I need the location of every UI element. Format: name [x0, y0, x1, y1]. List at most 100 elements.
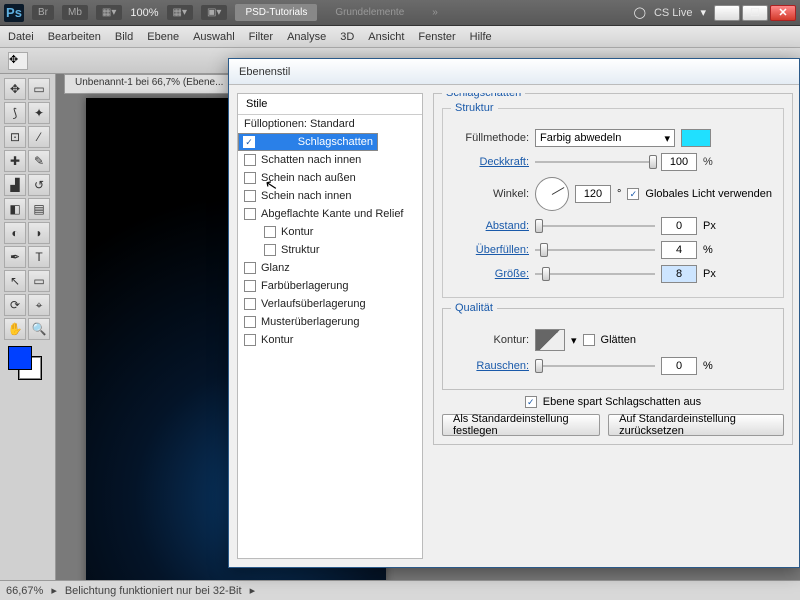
style-item-0[interactable]: ✓Schlagschatten: [238, 133, 378, 151]
3d-cam-tool[interactable]: ⌖: [28, 294, 50, 316]
cslive-dropdown-icon[interactable]: ▾: [700, 6, 706, 19]
knockout-checkbox[interactable]: ✓: [525, 396, 537, 408]
bridge-chip[interactable]: Br: [32, 5, 54, 20]
style-checkbox[interactable]: [244, 172, 256, 184]
style-checkbox[interactable]: [244, 154, 256, 166]
size-input[interactable]: [661, 265, 697, 283]
close-button[interactable]: ✕: [770, 5, 796, 21]
style-item-7[interactable]: Glanz: [238, 259, 422, 277]
shape-tool[interactable]: ▭: [28, 270, 50, 292]
workspace-more[interactable]: »: [422, 4, 448, 21]
style-item-3[interactable]: Schein nach innen: [238, 187, 422, 205]
hand-tool[interactable]: ✋: [4, 318, 26, 340]
menu-ansicht[interactable]: Ansicht: [368, 31, 404, 43]
cslive-label[interactable]: CS Live: [654, 7, 693, 19]
style-item-6[interactable]: Struktur: [238, 241, 422, 259]
lasso-tool[interactable]: ⟆: [4, 102, 26, 124]
wand-tool[interactable]: ✦: [28, 102, 50, 124]
style-checkbox[interactable]: [264, 244, 276, 256]
angle-dial[interactable]: [535, 177, 569, 211]
type-tool[interactable]: T: [28, 246, 50, 268]
noise-slider[interactable]: [535, 358, 655, 374]
spread-input[interactable]: [661, 241, 697, 259]
blur-tool[interactable]: ◐: [4, 222, 26, 244]
opacity-input[interactable]: [661, 153, 697, 171]
crop-tool[interactable]: ⊡: [4, 126, 26, 148]
noise-input[interactable]: [661, 357, 697, 375]
make-default-button[interactable]: Als Standardeinstellung festlegen: [442, 414, 600, 436]
zoom-level[interactable]: 100%: [130, 7, 158, 19]
menu-filter[interactable]: Filter: [249, 31, 273, 43]
minimize-button[interactable]: ─: [714, 5, 740, 21]
pen-tool[interactable]: ✒: [4, 246, 26, 268]
move-tool-icon[interactable]: ✥: [8, 52, 28, 70]
style-checkbox[interactable]: ✓: [243, 136, 255, 148]
fg-color-swatch[interactable]: [8, 346, 32, 370]
style-item-1[interactable]: Schatten nach innen: [238, 151, 422, 169]
style-checkbox[interactable]: [244, 316, 256, 328]
style-item-9[interactable]: Verlaufsüberlagerung: [238, 295, 422, 313]
eyedropper-tool[interactable]: ⁄: [28, 126, 50, 148]
style-checkbox[interactable]: [244, 334, 256, 346]
style-item-2[interactable]: Schein nach außen: [238, 169, 422, 187]
arrange-chip[interactable]: ▦▾: [96, 5, 122, 20]
menu-analyse[interactable]: Analyse: [287, 31, 326, 43]
global-light-checkbox[interactable]: ✓: [627, 188, 639, 200]
menu-bearbeiten[interactable]: Bearbeiten: [48, 31, 101, 43]
cslive-icon[interactable]: ◯: [634, 6, 646, 19]
workspace-tab[interactable]: Grundelemente: [325, 4, 414, 21]
menu-auswahl[interactable]: Auswahl: [193, 31, 235, 43]
document-tab[interactable]: Unbenannt-1 bei 66,7% (Ebene...: [64, 74, 234, 94]
dodge-tool[interactable]: ◗: [28, 222, 50, 244]
style-item-4[interactable]: Abgeflachte Kante und Relief: [238, 205, 422, 223]
style-checkbox[interactable]: [264, 226, 276, 238]
blendmode-select[interactable]: Farbig abwedeln▾: [535, 129, 675, 147]
opacity-slider[interactable]: [535, 154, 655, 170]
fill-options-row[interactable]: Fülloptionen: Standard: [238, 115, 422, 133]
eraser-tool[interactable]: ◧: [4, 198, 26, 220]
brush-tool[interactable]: ✎: [28, 150, 50, 172]
contour-picker[interactable]: [535, 329, 565, 351]
dialog-titlebar[interactable]: Ebenenstil: [229, 59, 799, 85]
menu-ebene[interactable]: Ebene: [147, 31, 179, 43]
status-zoom[interactable]: 66,67%: [6, 585, 43, 597]
minibridge-chip[interactable]: Mb: [62, 5, 88, 20]
menu-fenster[interactable]: Fenster: [418, 31, 455, 43]
style-checkbox[interactable]: [244, 298, 256, 310]
gradient-tool[interactable]: ▤: [28, 198, 50, 220]
reset-default-button[interactable]: Auf Standardeinstellung zurücksetzen: [608, 414, 784, 436]
style-item-10[interactable]: Musterüberlagerung: [238, 313, 422, 331]
style-checkbox[interactable]: [244, 190, 256, 202]
3d-tool[interactable]: ⟳: [4, 294, 26, 316]
style-item-8[interactable]: Farbüberlagerung: [238, 277, 422, 295]
menu-3d[interactable]: 3D: [340, 31, 354, 43]
shadow-color-swatch[interactable]: [681, 129, 711, 147]
zoom-tool[interactable]: 🔍: [28, 318, 50, 340]
size-slider[interactable]: [535, 266, 655, 282]
style-checkbox[interactable]: [244, 208, 256, 220]
color-swatches[interactable]: [4, 346, 51, 384]
move-tool[interactable]: ✥: [4, 78, 26, 100]
screen-chip[interactable]: ▣▾: [201, 5, 227, 20]
view-chip[interactable]: ▦▾: [167, 5, 193, 20]
style-item-11[interactable]: Kontur: [238, 331, 422, 349]
photoshop-icon: Ps: [4, 4, 24, 22]
stamp-tool[interactable]: ▟: [4, 174, 26, 196]
angle-input[interactable]: [575, 185, 611, 203]
menu-bild[interactable]: Bild: [115, 31, 133, 43]
style-checkbox[interactable]: [244, 262, 256, 274]
heal-tool[interactable]: ✚: [4, 150, 26, 172]
style-checkbox[interactable]: [244, 280, 256, 292]
spread-slider[interactable]: [535, 242, 655, 258]
path-tool[interactable]: ↖: [4, 270, 26, 292]
menu-datei[interactable]: Datei: [8, 31, 34, 43]
antialias-checkbox[interactable]: [583, 334, 595, 346]
style-item-5[interactable]: Kontur: [238, 223, 422, 241]
workspace-tab-active[interactable]: PSD-Tutorials: [235, 4, 317, 21]
menu-hilfe[interactable]: Hilfe: [470, 31, 492, 43]
distance-slider[interactable]: [535, 218, 655, 234]
history-tool[interactable]: ↺: [28, 174, 50, 196]
distance-input[interactable]: [661, 217, 697, 235]
maximize-button[interactable]: ☐: [742, 5, 768, 21]
marquee-tool[interactable]: ▭: [28, 78, 50, 100]
